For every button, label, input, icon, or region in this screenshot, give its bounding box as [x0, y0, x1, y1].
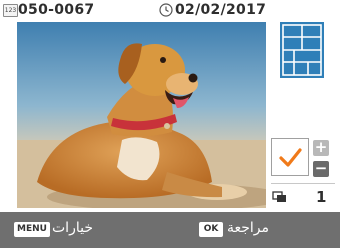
photo-date: 02/02/2017 — [175, 2, 267, 18]
file-number-icon: 123 — [3, 4, 18, 17]
review-label: مراجعة — [227, 220, 270, 236]
bottom-button-bar: MENU خيارات OK مراجعة — [0, 212, 340, 248]
checkmark-icon — [279, 148, 302, 167]
photo-preview[interactable] — [17, 22, 266, 208]
divider — [271, 183, 335, 184]
increase-copies-button[interactable]: + — [313, 140, 329, 156]
clock-icon — [159, 3, 173, 17]
select-checkbox[interactable] — [271, 138, 309, 176]
copies-count: 1 — [316, 188, 327, 206]
options-label: خيارات — [52, 220, 93, 236]
dog-photo-image — [17, 22, 266, 208]
ok-button[interactable]: OK — [199, 222, 223, 237]
top-info-bar: 123 050-0067 02/02/2017 — [0, 0, 340, 22]
file-number: 050-0067 — [18, 2, 95, 18]
copies-icon — [272, 191, 286, 202]
decrease-copies-button[interactable]: − — [313, 161, 329, 177]
menu-button[interactable]: MENU — [14, 222, 50, 237]
print-layout-icon[interactable] — [280, 22, 324, 78]
